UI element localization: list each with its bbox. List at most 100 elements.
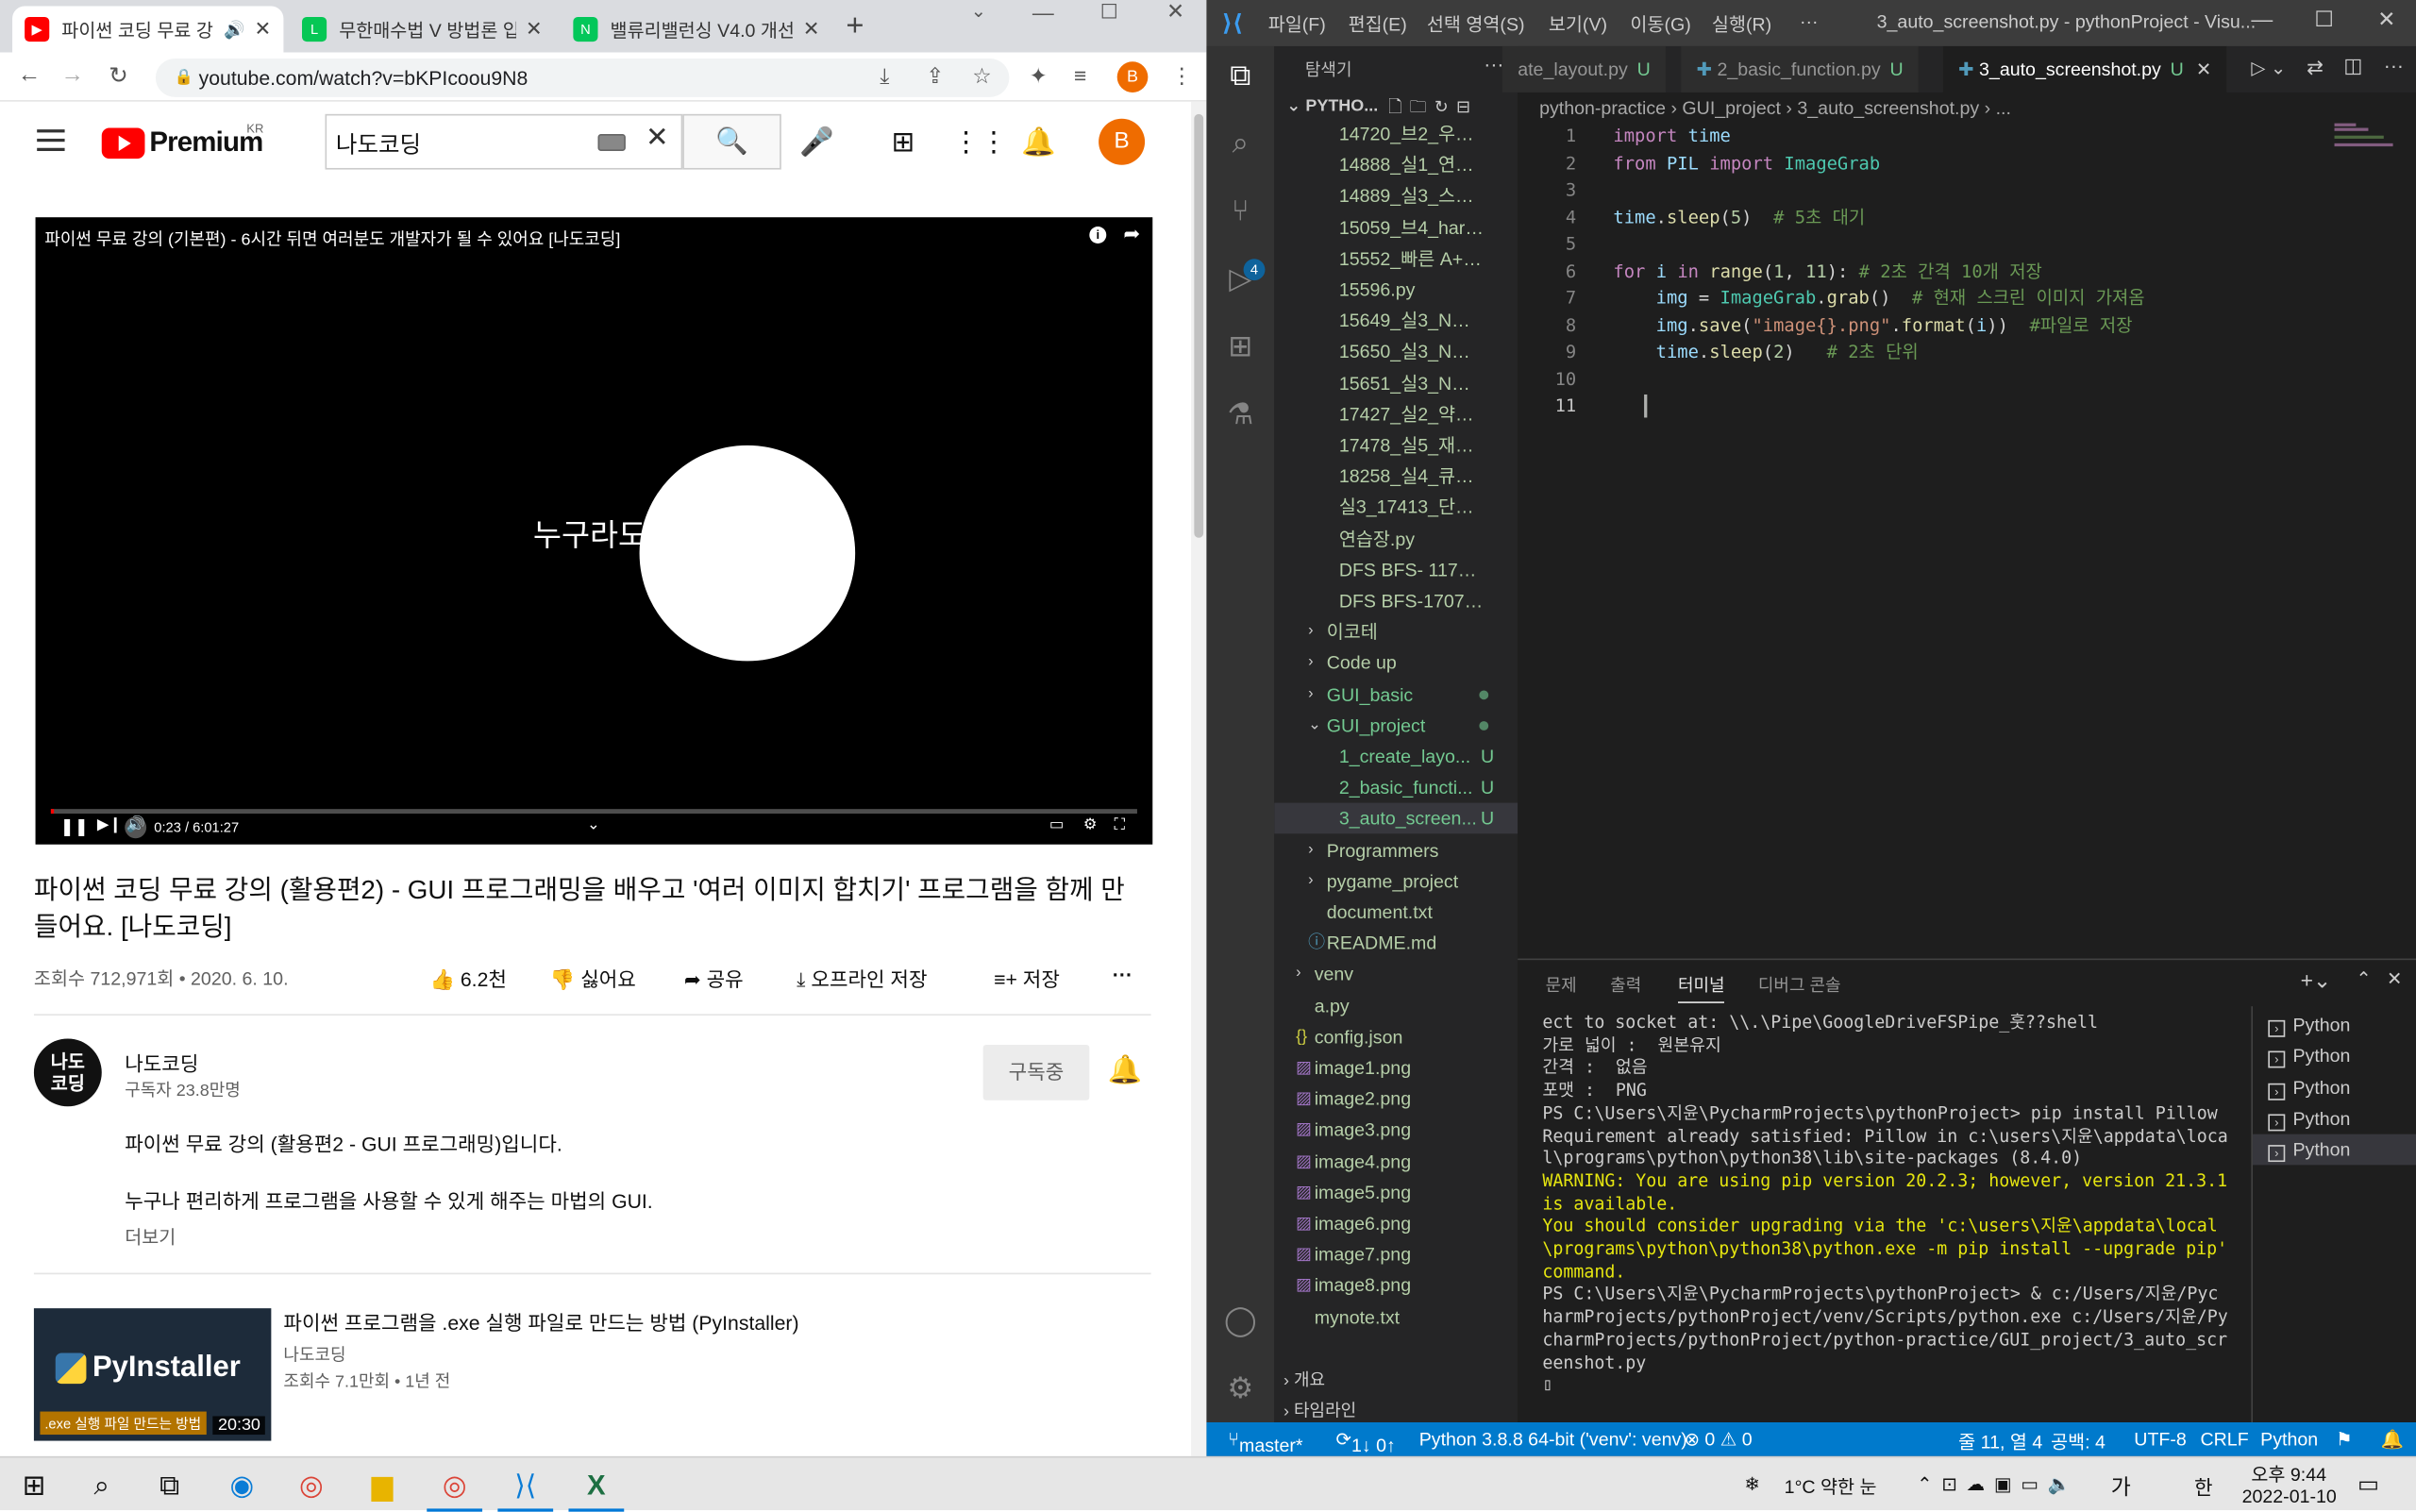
tab-auto-screenshot[interactable]: ✚ 3_auto_screenshot.py U ✕ xyxy=(1942,45,2227,92)
back-icon[interactable]: ← xyxy=(12,61,46,88)
explorer-item[interactable]: 실3_17413_단어뒤... xyxy=(1274,492,1518,523)
explorer-item[interactable]: 3_auto_screen... U xyxy=(1274,803,1518,834)
edge-icon[interactable]: ◉ xyxy=(224,1467,260,1504)
apps-grid-icon[interactable]: ⋮⋮ xyxy=(952,126,1008,159)
panel-tab-terminal[interactable]: 터미널 xyxy=(1678,972,1725,1003)
compare-icon[interactable]: ⇄ xyxy=(2307,56,2324,80)
explorer-item[interactable]: ▨ image4.png xyxy=(1274,1146,1518,1177)
windows-start-icon[interactable]: ⊞ xyxy=(15,1467,52,1504)
volume-icon[interactable]: 🔊 xyxy=(125,816,147,839)
ime-mode[interactable]: 가 xyxy=(2111,1471,2131,1503)
explorer-item[interactable]: document.txt xyxy=(1274,897,1518,928)
channel-avatar[interactable]: 나도 코딩 xyxy=(33,1038,102,1107)
close-icon[interactable]: ✕ xyxy=(2196,59,2211,80)
explorer-item[interactable]: 15649_실3_N과M1... xyxy=(1274,306,1518,337)
share-icon[interactable]: ⇪ xyxy=(926,63,944,90)
maximize-button[interactable]: ☐ xyxy=(2314,7,2334,33)
close-icon[interactable]: ✕ xyxy=(526,17,543,42)
subscribe-button[interactable]: 구독중 xyxy=(982,1044,1090,1100)
scrollbar-thumb[interactable] xyxy=(1194,113,1204,538)
profile-avatar[interactable]: B xyxy=(1116,61,1149,92)
sync-indicator[interactable]: ⟳ 1↓ 0↑ xyxy=(1336,1429,1396,1456)
settings-gear-icon[interactable]: ⚙ xyxy=(1083,816,1098,833)
weather-icon[interactable]: ❄ xyxy=(1744,1473,1759,1495)
account-icon[interactable]: ◯ xyxy=(1222,1303,1259,1340)
bookmark-star-icon[interactable]: ☆ xyxy=(972,63,992,90)
tray-icons[interactable]: ⌃⊡☁▣▭🔈 xyxy=(1917,1473,2080,1495)
explorer-item[interactable]: 15059_브4_hard ch... xyxy=(1274,212,1518,244)
run-debug-icon[interactable]: ▷ xyxy=(1222,262,1259,299)
terminal-instance[interactable]: › Python xyxy=(2253,1041,2416,1072)
explorer-item[interactable]: › GUI_basic xyxy=(1274,679,1518,710)
breadcrumb[interactable]: python-practice › GUI_project › 3_auto_s… xyxy=(1539,97,2011,119)
speaker-icon[interactable]: 🔊 xyxy=(224,19,244,40)
extensions-icon[interactable]: ⊞ xyxy=(1222,329,1259,366)
account-avatar[interactable]: B xyxy=(1099,118,1146,165)
timeline-section[interactable]: › 타임라인 xyxy=(1284,1398,1356,1422)
menu-go[interactable]: 이동(G) xyxy=(1630,10,1690,37)
weather-text[interactable]: 1°C 약한 눈 xyxy=(1785,1473,1877,1500)
save-button[interactable]: ≡+ 저장 xyxy=(994,963,1060,992)
ime-hangul[interactable]: 한 xyxy=(2194,1471,2213,1501)
explorer-item[interactable]: › Code up xyxy=(1274,647,1518,679)
clock-date[interactable]: 2022-01-10 xyxy=(2242,1486,2337,1507)
tab-line[interactable]: L 무한매수법 V 방법론 입 ✕ xyxy=(290,7,555,53)
menu-view[interactable]: 보기(V) xyxy=(1549,10,1607,37)
search-icon[interactable]: ⌕ xyxy=(1222,126,1259,163)
chrome-profile-icon[interactable]: ◎ xyxy=(427,1467,483,1512)
testing-flask-icon[interactable]: ⚗ xyxy=(1222,397,1259,434)
menu-file[interactable]: 파일(F) xyxy=(1268,10,1326,37)
explorer-item[interactable]: › Programmers xyxy=(1274,834,1518,865)
explorer-item[interactable]: ▨ image6.png xyxy=(1274,1208,1518,1239)
source-control-icon[interactable]: ⑂ xyxy=(1222,194,1259,231)
explorer-item[interactable]: ⌄ GUI_project xyxy=(1274,710,1518,741)
explorer-item[interactable]: › pygame_project xyxy=(1274,865,1518,897)
terminal-instance[interactable]: › Python xyxy=(2253,1072,2416,1103)
menu-edit[interactable]: 편집(E) xyxy=(1349,10,1407,37)
explorer-item[interactable]: ▨ image8.png xyxy=(1274,1270,1518,1302)
create-video-icon[interactable]: ⊞ xyxy=(884,126,921,159)
like-button[interactable]: 👍 6.2천 xyxy=(430,963,507,992)
panel-tab-output[interactable]: 출력 xyxy=(1610,972,1641,997)
terminal-instance[interactable]: › Python xyxy=(2253,1134,2416,1166)
menu-run[interactable]: 실행(R) xyxy=(1712,10,1771,37)
chrome-icon[interactable]: ◎ xyxy=(293,1467,329,1504)
explorer-item[interactable]: ▨ image7.png xyxy=(1274,1239,1518,1270)
explorer-item[interactable]: 14720_브2_우유축... xyxy=(1274,119,1518,150)
panel-tab-problems[interactable]: 문제 xyxy=(1546,972,1577,997)
language-mode[interactable]: Python xyxy=(2260,1429,2318,1451)
explorer-item[interactable]: 연습장.py xyxy=(1274,523,1518,554)
related-video-title[interactable]: 파이썬 프로그램을 .exe 실행 파일로 만드는 방법 (PyInstalle… xyxy=(283,1307,798,1336)
tab-youtube[interactable]: ▶ 파이썬 코딩 무료 강 🔊 ✕ xyxy=(12,6,284,53)
explorer-item[interactable]: 17427_실2_약수의... xyxy=(1274,399,1518,430)
explorer-item[interactable]: DFS BFS- 11724_연... xyxy=(1274,554,1518,585)
notification-center-icon[interactable]: ▭ xyxy=(2357,1470,2379,1498)
dislike-button[interactable]: 👎 싫어요 xyxy=(550,963,636,992)
panel-tab-debug-console[interactable]: 디버그 콘솔 xyxy=(1758,972,1841,997)
explorer-item[interactable]: 2_basic_functi... U xyxy=(1274,772,1518,803)
indentation[interactable]: 공백: 4 xyxy=(2051,1429,2106,1455)
maximize-panel-icon[interactable]: ⌃ xyxy=(2356,967,2371,989)
excel-icon[interactable]: X xyxy=(568,1467,625,1512)
explorer-item[interactable]: 18258_실4_큐2.py xyxy=(1274,461,1518,492)
workspace-section[interactable]: ⌄ PYTHO... xyxy=(1286,95,1378,116)
vscode-icon[interactable]: ⟩⟨ xyxy=(497,1467,554,1512)
cursor-position[interactable]: 줄 11, 열 4 xyxy=(1958,1429,2042,1455)
info-icon[interactable]: i xyxy=(1089,227,1107,244)
maximize-button[interactable]: ☐ xyxy=(1100,0,1118,25)
chrome-menu-icon[interactable]: ⋮ xyxy=(1171,63,1193,90)
close-panel-icon[interactable]: ✕ xyxy=(2387,967,2402,989)
run-python-icon[interactable]: ▷ ⌄ xyxy=(2251,57,2286,78)
chapter-chevron-icon[interactable]: ⌄ xyxy=(587,816,600,833)
explorer-icon[interactable]: ⧉ xyxy=(1222,59,1259,95)
explorer-item[interactable]: 15596.py xyxy=(1274,275,1518,306)
explorer-item[interactable]: mynote.txt xyxy=(1274,1302,1518,1333)
offline-save-button[interactable]: ⤓ 오프라인 저장 xyxy=(797,963,927,992)
search-button[interactable]: 🔍 xyxy=(682,113,781,170)
notifications-bell-icon[interactable]: 🔔 xyxy=(1020,126,1057,159)
menu-selection[interactable]: 선택 영역(S) xyxy=(1427,10,1525,37)
explorer-item[interactable]: 14888_실1_연산자... xyxy=(1274,150,1518,181)
explorer-item[interactable]: › 이코테 xyxy=(1274,616,1518,647)
extensions-icon[interactable]: ✦ xyxy=(1030,63,1048,90)
explorer-item[interactable]: ▨ image1.png xyxy=(1274,1052,1518,1084)
